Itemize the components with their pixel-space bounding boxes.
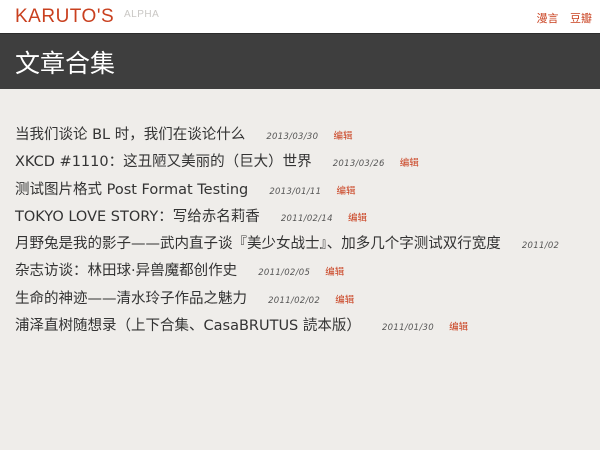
top-bar: KARUTO'S ALPHA 漫言 豆瓣 [0, 0, 600, 33]
post-date: 2011/01/30 [381, 323, 434, 334]
post-title-link[interactable]: XKCD #1110：这丑陋又美丽的（巨大）世界 [15, 154, 312, 170]
post-date: 2011/02/02 [268, 295, 321, 306]
content-area: 当我们谈论 BL 时，我们在谈论什么 2013/03/30 编辑 XKCD #1… [0, 89, 600, 450]
title-bar: 文章合集 [0, 33, 600, 89]
list-item: 测试图片格式 Post Format Testing 2013/01/11 编辑 [15, 178, 569, 205]
list-item: 浦泽直树随想录（上下合集、CasaBRUTUS 読本版） 2011/01/30 … [15, 314, 569, 341]
list-item: TOKYO LOVE STORY：写给赤名莉香 2011/02/14 编辑 [15, 205, 569, 232]
edit-link[interactable]: 编辑 [449, 322, 468, 333]
post-date: 2013/01/11 [269, 186, 322, 197]
post-date: 2011/02 [521, 241, 560, 252]
post-date: 2011/02/05 [258, 268, 311, 279]
edit-link[interactable]: 编辑 [335, 295, 354, 306]
post-title-link[interactable]: 当我们谈论 BL 时，我们在谈论什么 [15, 127, 245, 143]
post-title-link[interactable]: 生命的神迹——清水玲子作品之魅力 [15, 291, 247, 307]
alpha-badge: ALPHA [124, 9, 160, 20]
edit-link[interactable]: 编辑 [336, 186, 355, 197]
site-logo[interactable]: KARUTO'S [15, 6, 114, 28]
edit-link[interactable]: 编辑 [400, 158, 419, 169]
edit-link[interactable]: 编辑 [325, 267, 344, 278]
post-title-link[interactable]: TOKYO LOVE STORY：写给赤名莉香 [15, 209, 260, 225]
page-title: 文章合集 [15, 49, 116, 78]
list-item: XKCD #1110：这丑陋又美丽的（巨大）世界 2013/03/26 编辑 [15, 150, 569, 177]
top-nav: 漫言 豆瓣 [529, 10, 593, 26]
list-item: 月野兔是我的影子——武内直子谈『美少女战士』、加多几个字测试双行宽度 2011/… [15, 232, 569, 259]
post-title-link[interactable]: 测试图片格式 Post Format Testing [15, 182, 248, 198]
list-item: 杂志访谈：林田球·异兽魔都创作史 2011/02/05 编辑 [15, 259, 569, 286]
post-list: 当我们谈论 BL 时，我们在谈论什么 2013/03/30 编辑 XKCD #1… [15, 123, 569, 341]
list-item: 生命的神迹——清水玲子作品之魅力 2011/02/02 编辑 [15, 287, 569, 314]
post-date: 2013/03/26 [332, 159, 385, 170]
nav-link-douban[interactable]: 豆瓣 [570, 12, 592, 25]
edit-link[interactable]: 编辑 [333, 131, 352, 142]
post-date: 2013/03/30 [266, 132, 319, 142]
edit-link[interactable]: 编辑 [348, 213, 367, 224]
post-title-link[interactable]: 杂志访谈：林田球·异兽魔都创作史 [15, 263, 237, 279]
nav-link-manyan[interactable]: 漫言 [537, 12, 559, 25]
list-item: 当我们谈论 BL 时，我们在谈论什么 2013/03/30 编辑 [15, 123, 569, 150]
post-title-link[interactable]: 月野兔是我的影子——武内直子谈『美少女战士』、加多几个字测试双行宽度 [15, 236, 501, 252]
post-title-link[interactable]: 浦泽直树随想录（上下合集、CasaBRUTUS 読本版） [15, 318, 361, 334]
post-date: 2011/02/14 [280, 213, 333, 224]
